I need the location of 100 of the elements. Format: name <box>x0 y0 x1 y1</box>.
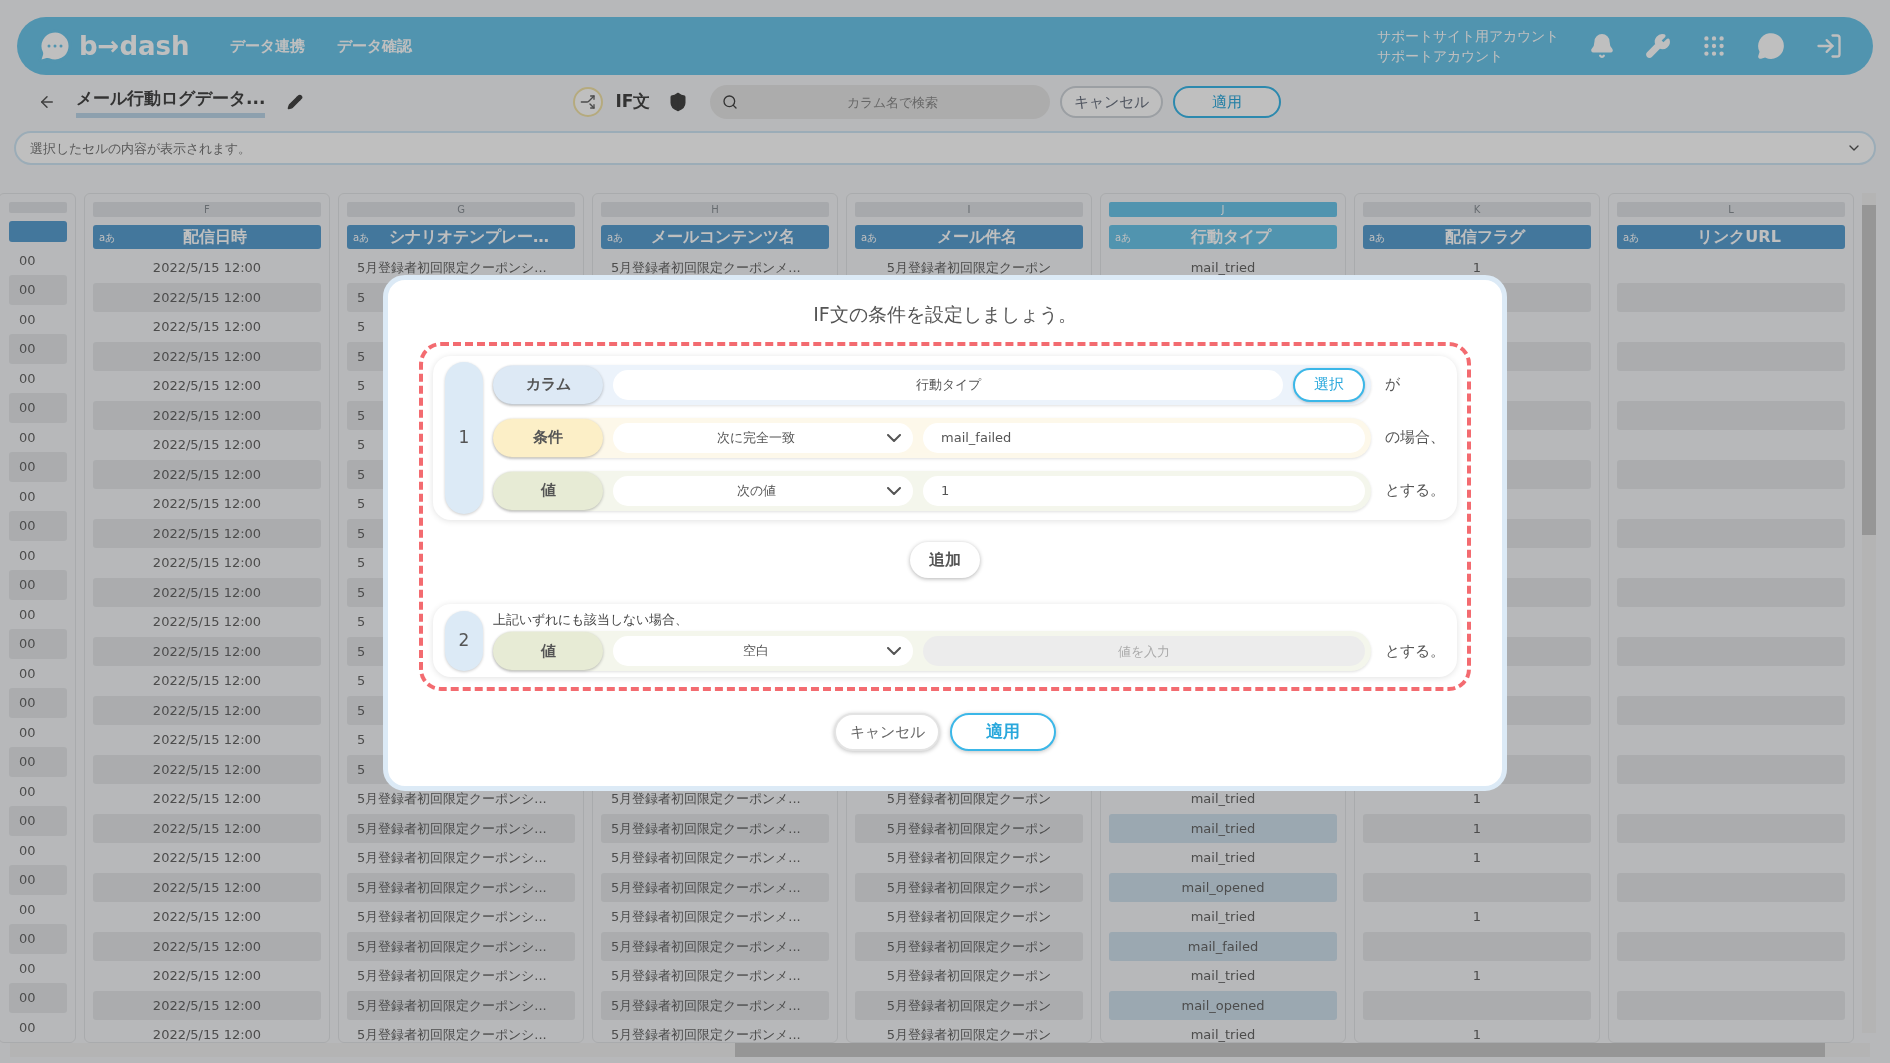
table-cell[interactable]: 5月登録者初回限定クーポンメ... <box>601 843 829 873</box>
table-cell[interactable]: 00 <box>9 717 67 747</box>
column-header[interactable]: aあ 配信フラグ <box>1363 225 1591 249</box>
table-cell[interactable]: 00 <box>9 835 67 865</box>
table-cell[interactable]: 5月登録者初回限定クーポンシ... <box>347 813 575 843</box>
table-cell[interactable]: 00 <box>9 776 67 806</box>
table-cell[interactable]: 2022/5/15 12:00 <box>93 548 321 578</box>
table-cell[interactable]: 2022/5/15 12:00 <box>93 725 321 755</box>
table-cell[interactable]: 00 <box>9 953 67 983</box>
table-cell[interactable]: 2022/5/15 12:00 <box>93 607 321 637</box>
column-letter[interactable]: H <box>601 202 829 217</box>
table-cell[interactable]: 00 <box>9 422 67 452</box>
table-cell[interactable]: 1 <box>1363 1020 1591 1043</box>
table-cell[interactable]: 2022/5/15 12:00 <box>93 518 321 548</box>
table-cell[interactable]: 2022/5/15 12:00 <box>93 341 321 371</box>
table-cell[interactable]: 00 <box>9 334 67 364</box>
table-cell[interactable]: 00 <box>9 304 67 334</box>
table-cell[interactable]: 1 <box>1363 813 1591 843</box>
table-cell[interactable]: 5月登録者初回限定クーポンシ... <box>347 990 575 1020</box>
column-header[interactable]: aあ メールコンテンツ名 <box>601 225 829 249</box>
table-cell[interactable]: 00 <box>9 245 67 275</box>
table-cell[interactable]: mail_opened <box>1109 990 1337 1020</box>
column-letter[interactable]: L <box>1617 202 1845 217</box>
table-cell[interactable]: 2022/5/15 12:00 <box>93 430 321 460</box>
table-cell[interactable]: mail_tried <box>1109 843 1337 873</box>
table-cell[interactable]: 2022/5/15 12:00 <box>93 312 321 342</box>
value-input[interactable]: mail_failed <box>923 422 1365 453</box>
cancel-button[interactable]: キャンセル <box>1060 86 1164 118</box>
table-cell[interactable]: 5月登録者初回限定クーポンメ... <box>601 961 829 991</box>
table-cell[interactable]: mail_tried <box>1109 961 1337 991</box>
value-input[interactable]: 1 <box>923 475 1365 506</box>
table-cell[interactable]: 2022/5/15 12:00 <box>93 253 321 283</box>
table-cell[interactable]: 00 <box>9 511 67 541</box>
table-cell[interactable]: 00 <box>9 599 67 629</box>
table-cell[interactable]: 2022/5/15 12:00 <box>93 371 321 401</box>
table-cell[interactable]: 5月登録者初回限定クーポンメ... <box>601 1020 829 1043</box>
column-header[interactable]: aあ メール件名 <box>855 225 1083 249</box>
column-value-field[interactable]: 行動タイプ <box>613 369 1283 400</box>
apply-button[interactable]: 適用 <box>950 713 1056 751</box>
table-cell[interactable]: 2022/5/15 12:00 <box>93 666 321 696</box>
back-icon[interactable] <box>38 93 56 111</box>
table-cell[interactable]: 00 <box>9 983 67 1013</box>
table-cell[interactable]: 00 <box>9 275 67 305</box>
table-cell[interactable]: 00 <box>9 894 67 924</box>
column-header[interactable]: aあ 配信日時 <box>93 225 321 249</box>
table-cell[interactable]: 5月登録者初回限定クーポンメ... <box>601 902 829 932</box>
table-cell[interactable]: 00 <box>9 1012 67 1042</box>
cell-preview-field[interactable]: 選択したセルの内容が表示されます。 <box>14 131 1876 165</box>
table-cell[interactable]: 2022/5/15 12:00 <box>93 577 321 607</box>
table-cell[interactable]: 5月登録者初回限定クーポン <box>855 902 1083 932</box>
table-cell[interactable]: 2022/5/15 12:00 <box>93 843 321 873</box>
table-cell[interactable]: 2022/5/15 12:00 <box>93 902 321 932</box>
table-cell[interactable]: 00 <box>9 747 67 777</box>
table-cell[interactable]: 5月登録者初回限定クーポン <box>855 961 1083 991</box>
table-cell[interactable]: 2022/5/15 12:00 <box>93 813 321 843</box>
table-cell[interactable]: 00 <box>9 865 67 895</box>
table-cell[interactable]: 2022/5/15 12:00 <box>93 961 321 991</box>
table-cell[interactable]: 2022/5/15 12:00 <box>93 489 321 519</box>
table-cell[interactable]: mail_tried <box>1109 902 1337 932</box>
table-cell[interactable]: 00 <box>9 924 67 954</box>
bell-icon[interactable] <box>1589 33 1615 59</box>
table-cell[interactable]: 5月登録者初回限定クーポン <box>855 1020 1083 1043</box>
table-cell[interactable]: mail_tried <box>1109 813 1337 843</box>
table-cell[interactable]: 5月登録者初回限定クーポン <box>855 990 1083 1020</box>
grid-icon[interactable] <box>1701 33 1727 59</box>
shield-icon[interactable] <box>668 92 689 112</box>
table-cell[interactable]: 00 <box>9 452 67 482</box>
table-cell[interactable]: 00 <box>9 688 67 718</box>
table-cell[interactable]: 2022/5/15 12:00 <box>93 636 321 666</box>
table-cell[interactable]: 2022/5/15 12:00 <box>93 1020 321 1043</box>
table-cell[interactable]: 2022/5/15 12:00 <box>93 695 321 725</box>
table-cell[interactable]: 2022/5/15 12:00 <box>93 282 321 312</box>
table-cell[interactable]: mail_failed <box>1109 931 1337 961</box>
column-letter[interactable]: F <box>93 202 321 217</box>
vertical-scrollbar[interactable] <box>1862 193 1876 1033</box>
table-cell[interactable]: 00 <box>9 540 67 570</box>
table-cell[interactable]: mail_opened <box>1109 872 1337 902</box>
table-cell[interactable]: 2022/5/15 12:00 <box>93 990 321 1020</box>
table-cell[interactable]: 5月登録者初回限定クーポンメ... <box>601 990 829 1020</box>
table-cell[interactable]: 5月登録者初回限定クーポンメ... <box>601 872 829 902</box>
table-cell[interactable]: 2022/5/15 12:00 <box>93 459 321 489</box>
table-cell[interactable]: 5月登録者初回限定クーポンシ... <box>347 902 575 932</box>
fork-icon[interactable] <box>573 87 604 117</box>
table-cell[interactable]: 00 <box>9 806 67 836</box>
table-cell[interactable]: 2022/5/15 12:00 <box>93 784 321 814</box>
table-cell[interactable]: 5月登録者初回限定クーポン <box>855 931 1083 961</box>
table-cell[interactable]: 5月登録者初回限定クーポンメ... <box>601 931 829 961</box>
table-cell[interactable]: 1 <box>1363 961 1591 991</box>
table-cell[interactable]: 5月登録者初回限定クーポンシ... <box>347 843 575 873</box>
table-cell[interactable]: 5月登録者初回限定クーポン <box>855 872 1083 902</box>
table-cell[interactable]: 5月登録者初回限定クーポン <box>855 843 1083 873</box>
table-cell[interactable]: 00 <box>9 363 67 393</box>
table-cell[interactable]: 00 <box>9 570 67 600</box>
logout-icon[interactable] <box>1815 32 1843 60</box>
wrench-icon[interactable] <box>1645 33 1671 59</box>
table-cell[interactable]: 1 <box>1363 902 1591 932</box>
table-cell[interactable]: 1 <box>1363 843 1591 873</box>
table-cell[interactable]: 5月登録者初回限定クーポンメ... <box>601 813 829 843</box>
table-cell[interactable]: 2022/5/15 12:00 <box>93 400 321 430</box>
column-header[interactable]: aあ シナリオテンプレー… <box>347 225 575 249</box>
